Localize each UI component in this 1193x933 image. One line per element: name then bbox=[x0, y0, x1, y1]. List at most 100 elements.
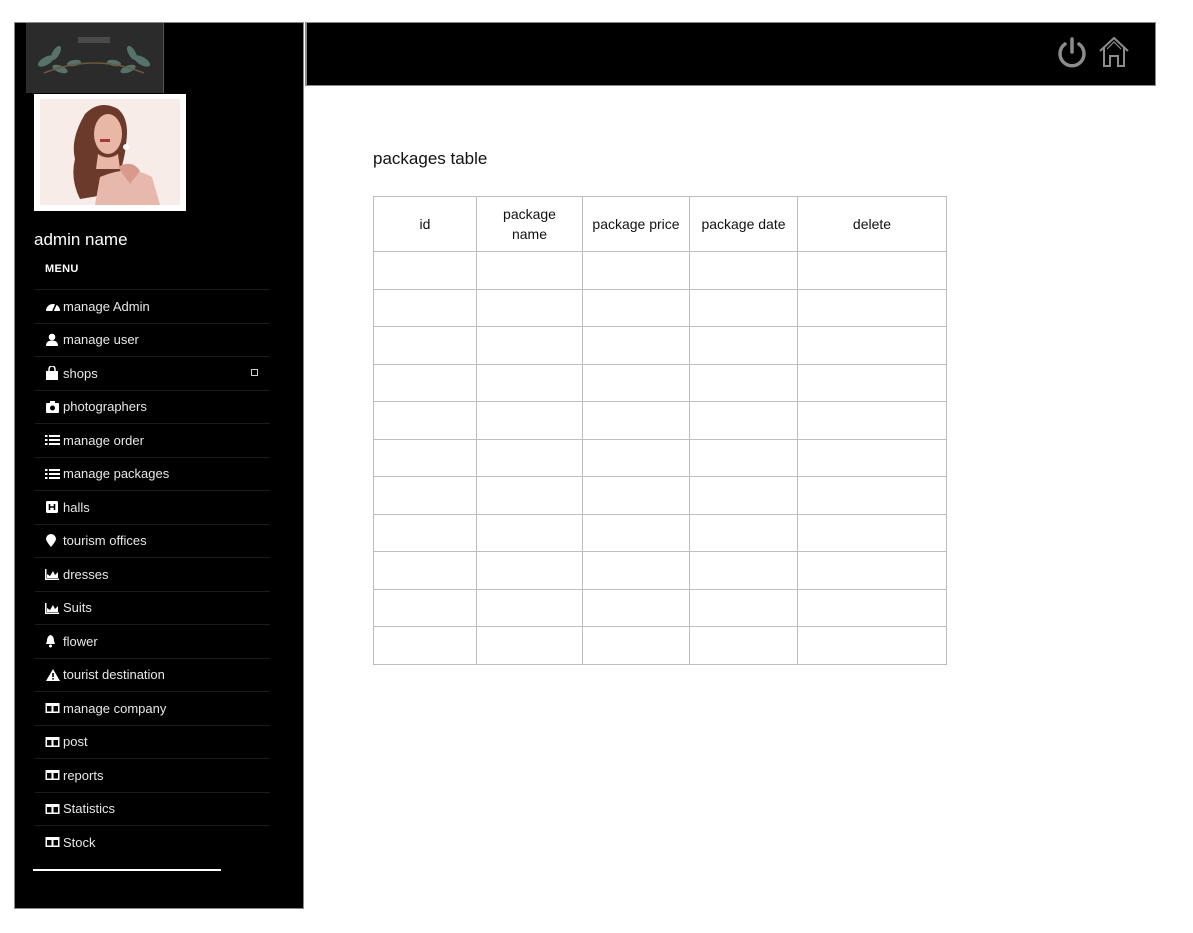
table-row[interactable] bbox=[373, 288, 947, 327]
list-icon bbox=[45, 467, 61, 481]
sidebar-item-label: manage user bbox=[63, 332, 139, 348]
admin-avatar[interactable] bbox=[34, 94, 186, 211]
table-cell bbox=[476, 401, 583, 440]
table-row[interactable] bbox=[373, 363, 947, 402]
sidebar-item-post[interactable]: post bbox=[35, 724, 270, 759]
avatar-illustration bbox=[40, 99, 180, 205]
column-header-package-date[interactable]: package date bbox=[689, 196, 798, 252]
sidebar: admin name MENU manage Admin manage user… bbox=[14, 22, 304, 909]
sidebar-item-label: post bbox=[63, 734, 88, 750]
table-row[interactable] bbox=[373, 588, 947, 627]
area-chart-icon bbox=[45, 601, 61, 615]
sidebar-item-stock[interactable]: Stock bbox=[35, 825, 270, 859]
sidebar-item-label: tourist destination bbox=[63, 667, 165, 683]
sidebar-item-manage-user[interactable]: manage user bbox=[35, 322, 270, 357]
sidebar-item-tourist-destination[interactable]: tourist destination bbox=[35, 657, 270, 692]
sidebar-item-suits[interactable]: Suits bbox=[35, 590, 270, 625]
table-row[interactable] bbox=[373, 513, 947, 552]
table-cell bbox=[797, 588, 947, 627]
table-cell bbox=[476, 513, 583, 552]
leaf-logo-icon bbox=[37, 37, 151, 74]
sidebar-item-reports[interactable]: reports bbox=[35, 758, 270, 792]
table-cell bbox=[582, 326, 690, 365]
table-cell bbox=[689, 401, 798, 440]
table-cell bbox=[582, 363, 690, 402]
user-icon bbox=[45, 333, 61, 347]
area-chart-icon bbox=[45, 567, 61, 581]
table-row[interactable] bbox=[373, 326, 947, 365]
sidebar-item-label: manage packages bbox=[63, 466, 170, 482]
sidebar-item-dresses[interactable]: dresses bbox=[35, 557, 270, 591]
sidebar-item-halls[interactable]: halls bbox=[35, 490, 270, 524]
table-cell bbox=[689, 363, 798, 402]
sidebar-item-label: reports bbox=[63, 767, 104, 783]
sidebar-item-tourism-offices[interactable]: tourism offices bbox=[35, 523, 270, 558]
table-cell bbox=[689, 476, 798, 515]
sidebar-item-label: shops bbox=[63, 365, 98, 381]
table-cell bbox=[373, 513, 477, 552]
sidebar-item-label: manage order bbox=[63, 432, 144, 448]
hotel-icon bbox=[45, 500, 61, 514]
table-cell bbox=[689, 288, 798, 327]
table-cell bbox=[797, 551, 947, 590]
table-cell bbox=[582, 588, 690, 627]
table-cell bbox=[476, 363, 583, 402]
table-cell bbox=[689, 326, 798, 365]
power-icon[interactable] bbox=[1055, 35, 1089, 71]
warning-icon bbox=[45, 668, 61, 682]
table-row[interactable] bbox=[373, 476, 947, 515]
sidebar-item-manage-packages[interactable]: manage packages bbox=[35, 456, 270, 491]
column-header-package-price[interactable]: package price bbox=[582, 196, 690, 252]
home-icon[interactable] bbox=[1097, 35, 1131, 69]
sidebar-item-label: flower bbox=[63, 633, 98, 649]
table-cell bbox=[797, 326, 947, 365]
table-cell bbox=[582, 476, 690, 515]
top-header-bar bbox=[305, 22, 1156, 86]
table-cell bbox=[373, 476, 477, 515]
table-cell bbox=[476, 588, 583, 627]
table-cell bbox=[689, 626, 798, 665]
sidebar-item-shops[interactable]: shops bbox=[35, 356, 270, 390]
table-cell bbox=[797, 476, 947, 515]
table-cell bbox=[689, 251, 798, 290]
expand-toggle-icon[interactable] bbox=[251, 369, 258, 376]
column-header-delete[interactable]: delete bbox=[797, 196, 947, 252]
admin-name: admin name bbox=[34, 230, 128, 249]
column-header-package-name[interactable]: package name bbox=[476, 196, 583, 252]
sidebar-item-label: Suits bbox=[63, 600, 92, 616]
table-cell bbox=[476, 288, 583, 327]
menu-heading: MENU bbox=[45, 263, 79, 275]
sidebar-menu: manage Admin manage user shops photograp… bbox=[35, 289, 270, 859]
table-cell bbox=[582, 251, 690, 290]
sidebar-item-label: manage company bbox=[63, 700, 167, 716]
table-cell bbox=[476, 438, 583, 477]
table-cell bbox=[373, 363, 477, 402]
table-cell bbox=[582, 438, 690, 477]
sidebar-item-manage-admin[interactable]: manage Admin bbox=[35, 289, 270, 323]
table-cell bbox=[689, 551, 798, 590]
sidebar-item-statistics[interactable]: Statistics bbox=[35, 791, 270, 826]
table-row[interactable] bbox=[373, 551, 947, 590]
columns-icon bbox=[45, 802, 61, 816]
table-cell bbox=[373, 438, 477, 477]
sidebar-item-manage-order[interactable]: manage order bbox=[35, 423, 270, 457]
table-cell bbox=[797, 438, 947, 477]
table-cell bbox=[373, 588, 477, 627]
table-row[interactable] bbox=[373, 251, 947, 290]
camera-icon bbox=[45, 400, 61, 414]
table-cell bbox=[797, 626, 947, 665]
sidebar-divider bbox=[33, 869, 221, 871]
brand-logo[interactable] bbox=[26, 23, 164, 93]
sidebar-item-flower[interactable]: flower bbox=[35, 624, 270, 658]
table-cell bbox=[373, 288, 477, 327]
table-row[interactable] bbox=[373, 401, 947, 440]
sidebar-item-label: manage Admin bbox=[63, 298, 150, 314]
sidebar-item-label: Statistics bbox=[63, 801, 116, 817]
columns-icon bbox=[45, 701, 61, 715]
table-row[interactable] bbox=[373, 626, 947, 665]
gauge-icon bbox=[45, 299, 61, 313]
table-row[interactable] bbox=[373, 438, 947, 477]
column-header-id[interactable]: id bbox=[373, 196, 477, 252]
sidebar-item-photographers[interactable]: photographers bbox=[35, 389, 270, 424]
sidebar-item-manage-company[interactable]: manage company bbox=[35, 691, 270, 725]
